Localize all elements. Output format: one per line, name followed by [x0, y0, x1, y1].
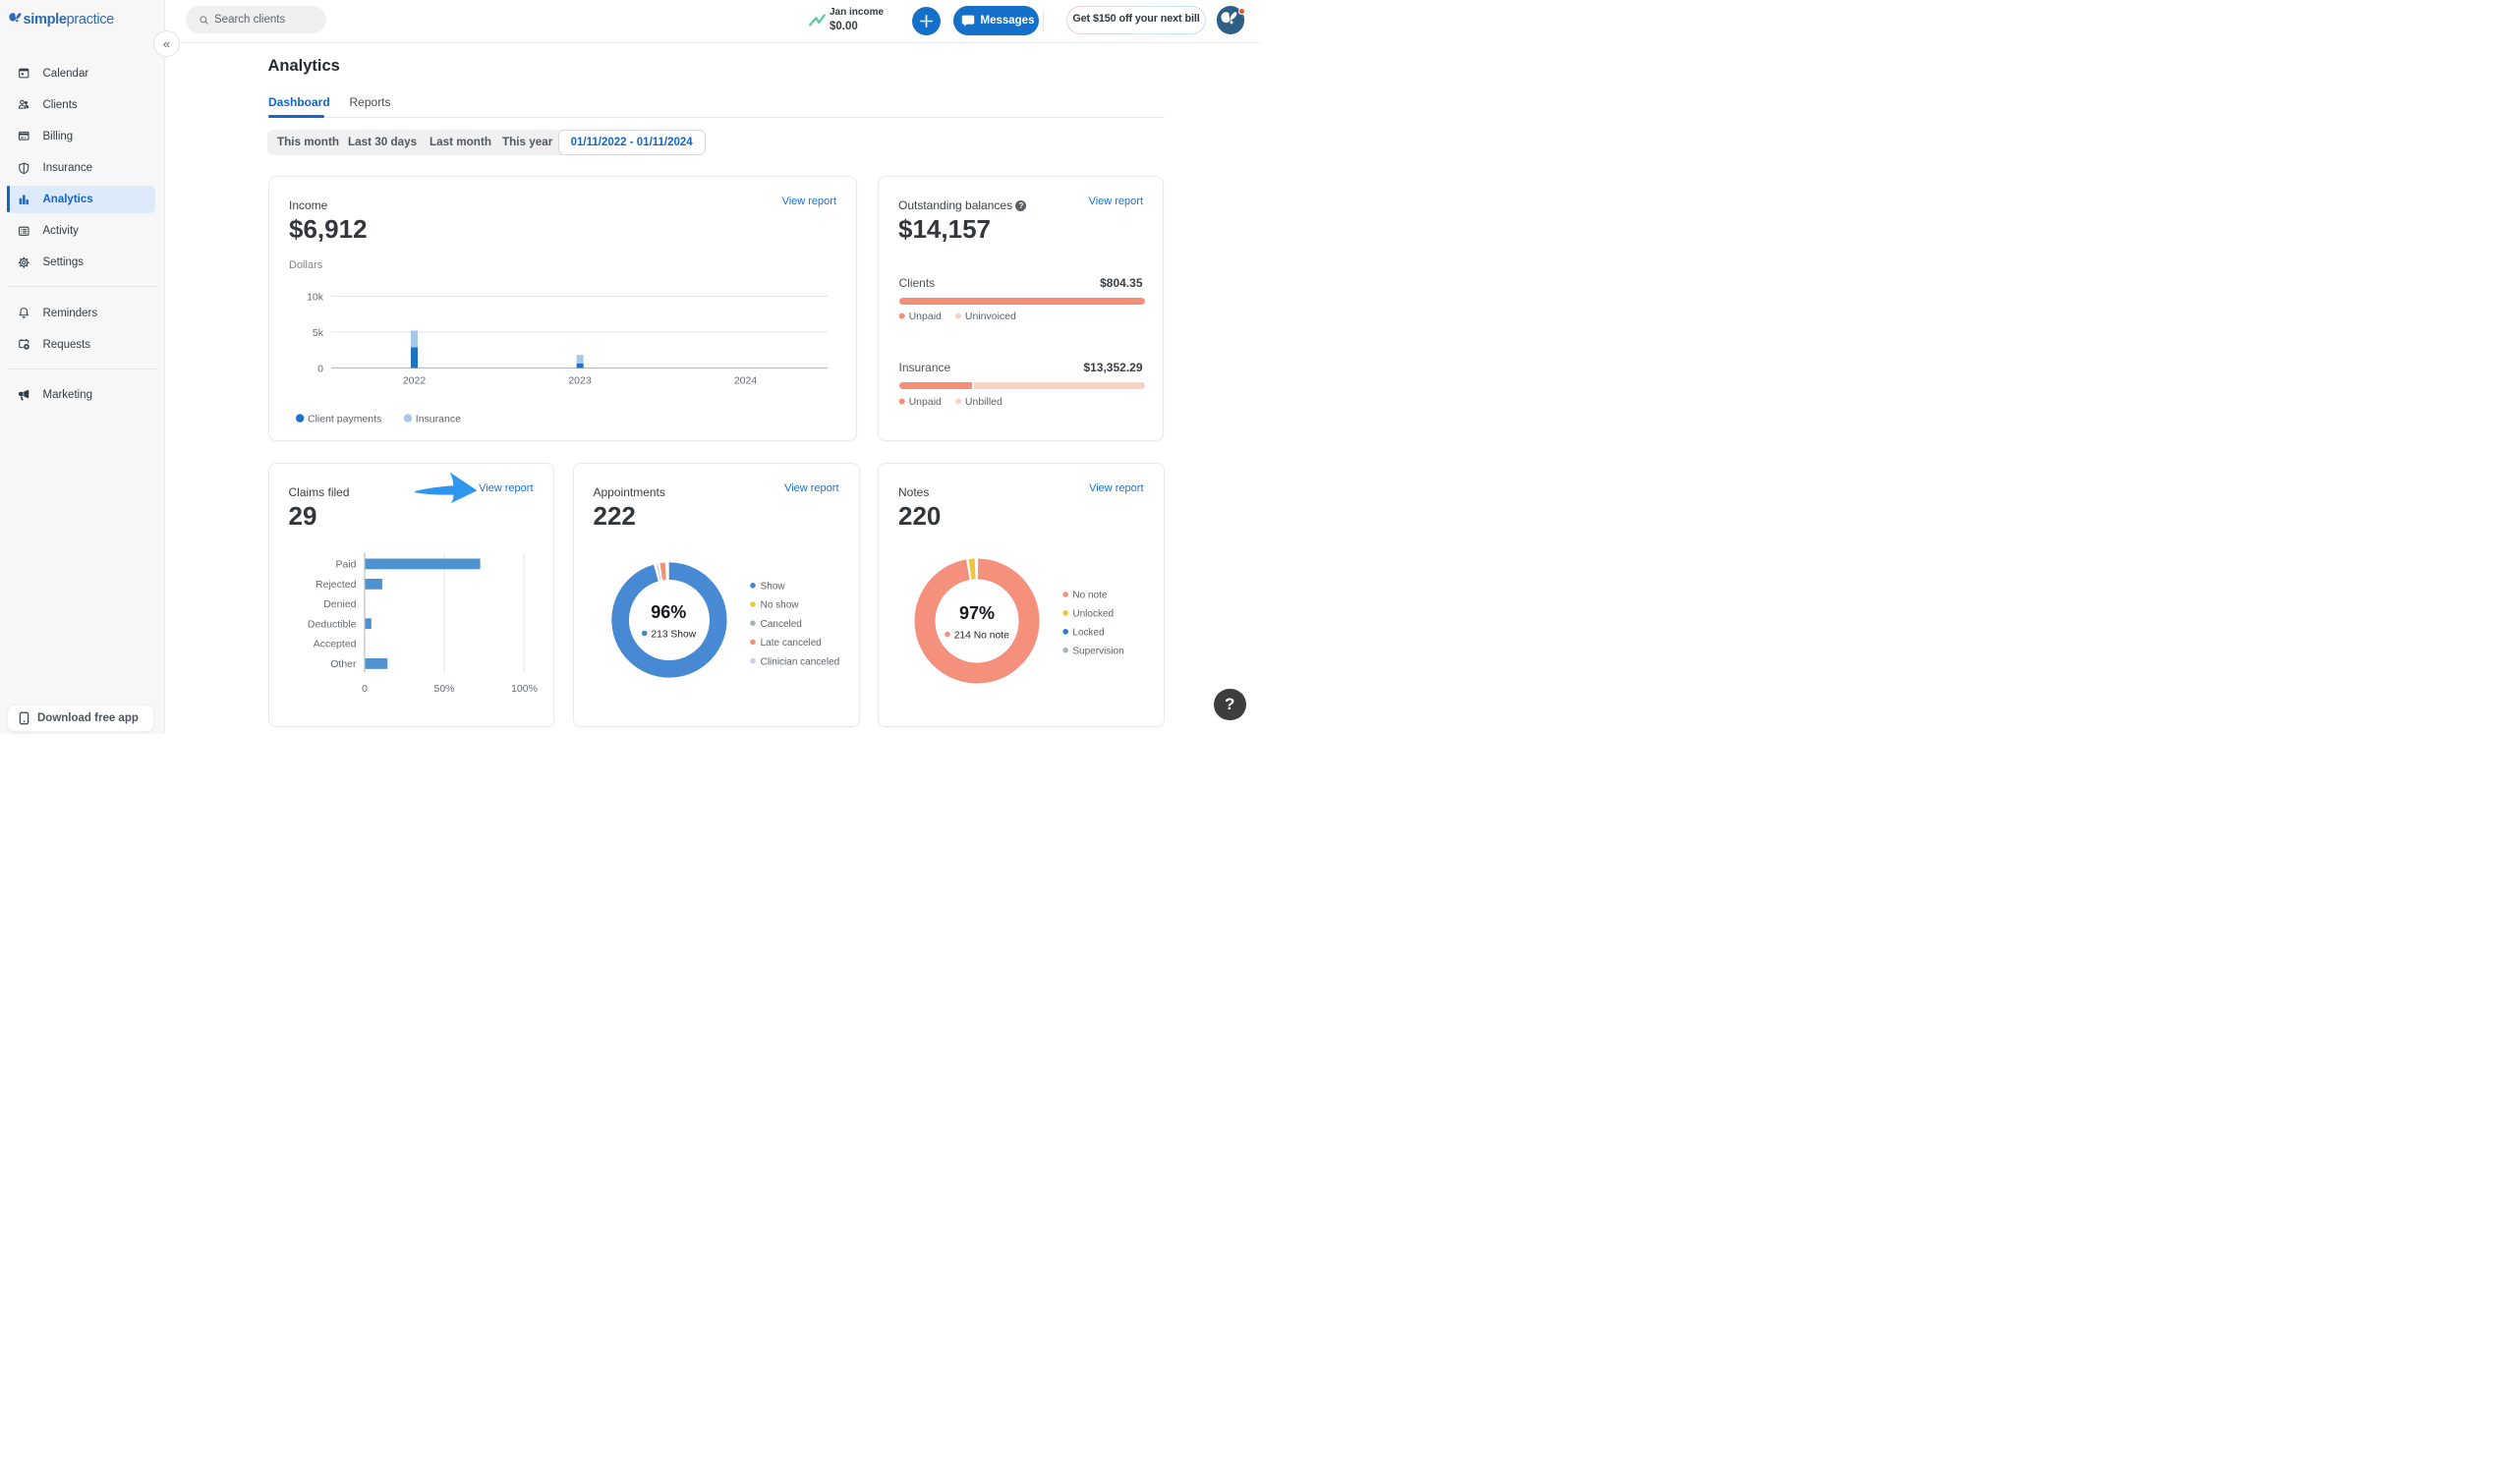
svg-text:97%: 97%	[959, 603, 995, 623]
svg-text:2024: 2024	[734, 374, 758, 386]
svg-text:213 Show: 213 Show	[651, 629, 696, 640]
svg-text:Late canceled: Late canceled	[760, 638, 821, 649]
svg-text:10k: 10k	[307, 291, 324, 303]
svg-text:2022: 2022	[403, 374, 427, 386]
svg-text:2023: 2023	[568, 374, 592, 386]
svg-text:0: 0	[317, 363, 323, 374]
svg-text:Uninvoiced: Uninvoiced	[965, 311, 1016, 322]
svg-text:Clinician canceled: Clinician canceled	[760, 656, 839, 667]
svg-text:Deductible: Deductible	[307, 618, 356, 630]
svg-text:100%: 100%	[511, 683, 538, 695]
svg-text:Unpaid: Unpaid	[909, 396, 942, 408]
svg-text:Locked: Locked	[1072, 628, 1104, 639]
svg-text:214 No note: 214 No note	[954, 630, 1009, 641]
svg-text:Client payments: Client payments	[308, 413, 381, 424]
svg-text:Paid: Paid	[335, 559, 356, 571]
svg-text:50%: 50%	[433, 683, 454, 695]
svg-text:Accepted: Accepted	[313, 639, 356, 650]
svg-text:Rejected: Rejected	[315, 579, 357, 591]
svg-text:Unlocked: Unlocked	[1072, 609, 1114, 620]
svg-text:No show: No show	[760, 600, 799, 611]
svg-text:Canceled: Canceled	[760, 619, 801, 630]
svg-text:Supervision: Supervision	[1072, 646, 1123, 656]
svg-text:5k: 5k	[313, 327, 324, 339]
svg-text:Other: Other	[330, 658, 357, 670]
svg-text:Insurance: Insurance	[416, 413, 461, 424]
svg-text:Denied: Denied	[323, 598, 356, 610]
svg-text:No note: No note	[1072, 591, 1107, 601]
svg-text:Show: Show	[760, 582, 785, 593]
svg-text:Unbilled: Unbilled	[965, 396, 1002, 408]
svg-text:96%: 96%	[651, 602, 686, 622]
svg-text:Unpaid: Unpaid	[909, 311, 942, 322]
svg-text:0: 0	[362, 683, 368, 695]
